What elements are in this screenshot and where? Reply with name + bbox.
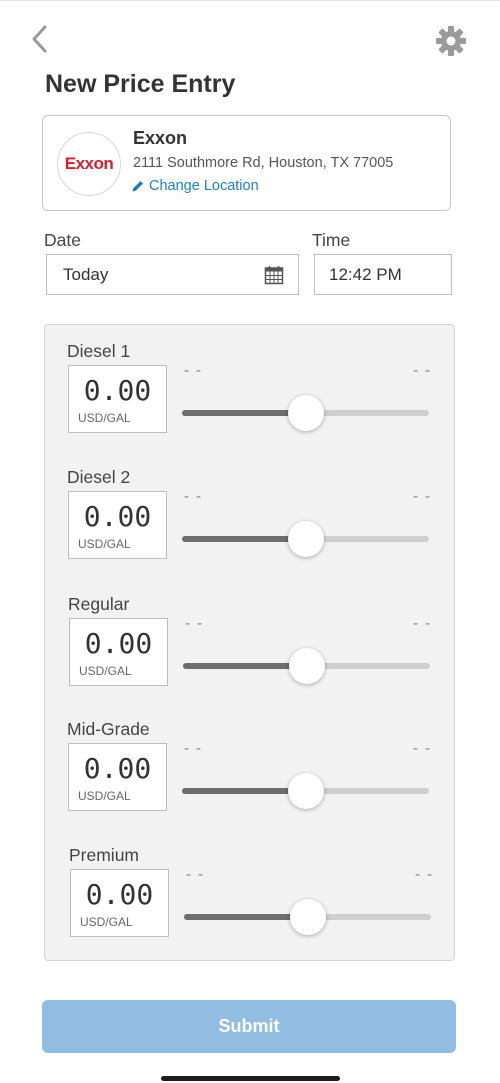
price-input[interactable]: 0.00 USD/GAL	[68, 365, 167, 433]
price-slider[interactable]	[182, 393, 429, 433]
range-max-label: --	[411, 739, 436, 757]
gear-icon	[436, 26, 466, 56]
range-max-label: --	[411, 487, 436, 505]
calendar-icon	[264, 266, 284, 285]
date-value: Today	[63, 265, 109, 284]
price-value: 0.00	[83, 500, 152, 533]
price-slider[interactable]	[182, 771, 429, 811]
slider-fill	[182, 788, 306, 794]
submit-button[interactable]: Submit	[42, 1000, 456, 1053]
pencil-icon	[132, 181, 143, 192]
price-value: 0.00	[85, 878, 154, 911]
fuel-name: Diesel 1	[67, 341, 131, 361]
price-unit: USD/GAL	[80, 915, 133, 929]
top-divider	[0, 0, 500, 1]
price-input[interactable]: 0.00 USD/GAL	[69, 618, 168, 686]
price-input[interactable]: 0.00 USD/GAL	[70, 869, 169, 937]
station-logo: Exxon	[57, 132, 121, 196]
range-max-label: --	[413, 865, 438, 883]
fuel-row-diesel-2: Diesel 2 0.00 USD/GAL -- --	[45, 467, 456, 577]
price-input[interactable]: 0.00 USD/GAL	[68, 491, 167, 559]
price-unit: USD/GAL	[79, 664, 132, 678]
slider-thumb[interactable]	[287, 395, 324, 431]
station-address: 2111 Southmore Rd, Houston, TX 77005	[133, 155, 394, 171]
fuel-price-panel: Diesel 1 0.00 USD/GAL -- -- Diesel 2 0.0…	[44, 324, 455, 961]
price-value: 0.00	[84, 627, 153, 660]
slider-fill	[183, 663, 307, 669]
fuel-row-premium: Premium 0.00 USD/GAL -- --	[45, 845, 456, 955]
back-button[interactable]	[26, 22, 56, 56]
price-input[interactable]: 0.00 USD/GAL	[68, 743, 167, 811]
page-title: New Price Entry	[45, 70, 236, 98]
price-unit: USD/GAL	[78, 537, 131, 551]
range-min-label: --	[182, 487, 207, 505]
date-label: Date	[44, 230, 81, 250]
slider-thumb[interactable]	[288, 648, 325, 684]
fuel-row-regular: Regular 0.00 USD/GAL -- --	[45, 594, 456, 704]
settings-button[interactable]	[434, 24, 468, 58]
price-value: 0.00	[83, 752, 152, 785]
fuel-name: Diesel 2	[67, 467, 131, 487]
range-min-label: --	[183, 614, 208, 632]
date-field[interactable]: Today	[46, 254, 299, 295]
time-label: Time	[312, 230, 351, 250]
slider-thumb[interactable]	[287, 773, 324, 809]
fuel-name: Mid-Grade	[67, 719, 150, 739]
price-slider[interactable]	[183, 646, 430, 686]
home-indicator	[161, 1076, 340, 1081]
chevron-left-icon	[32, 25, 47, 53]
price-slider[interactable]	[184, 897, 431, 937]
price-value: 0.00	[83, 374, 152, 407]
fuel-row-mid-grade: Mid-Grade 0.00 USD/GAL -- --	[45, 719, 456, 829]
range-max-label: --	[411, 614, 436, 632]
slider-thumb[interactable]	[287, 521, 324, 557]
slider-fill	[182, 536, 306, 542]
price-unit: USD/GAL	[78, 411, 131, 425]
exxon-logo-text: Exxon	[64, 154, 114, 173]
range-min-label: --	[182, 361, 207, 379]
change-location-label: Change Location	[149, 178, 259, 194]
time-field[interactable]: 12:42 PM	[314, 254, 452, 295]
change-location-link[interactable]: Change Location	[131, 178, 259, 194]
slider-thumb[interactable]	[289, 899, 326, 935]
fuel-name: Premium	[69, 845, 140, 865]
fuel-name: Regular	[68, 594, 130, 614]
fuel-row-diesel-1: Diesel 1 0.00 USD/GAL -- --	[45, 341, 456, 451]
range-min-label: --	[184, 865, 209, 883]
range-min-label: --	[182, 739, 207, 757]
price-slider[interactable]	[182, 519, 429, 559]
time-value: 12:42 PM	[329, 265, 402, 284]
station-name: Exxon	[133, 128, 188, 148]
submit-label: Submit	[218, 1016, 280, 1036]
range-max-label: --	[411, 361, 436, 379]
station-card: Exxon Exxon 2111 Southmore Rd, Houston, …	[42, 115, 451, 211]
price-unit: USD/GAL	[78, 789, 131, 803]
slider-fill	[184, 914, 308, 920]
slider-fill	[182, 410, 306, 416]
